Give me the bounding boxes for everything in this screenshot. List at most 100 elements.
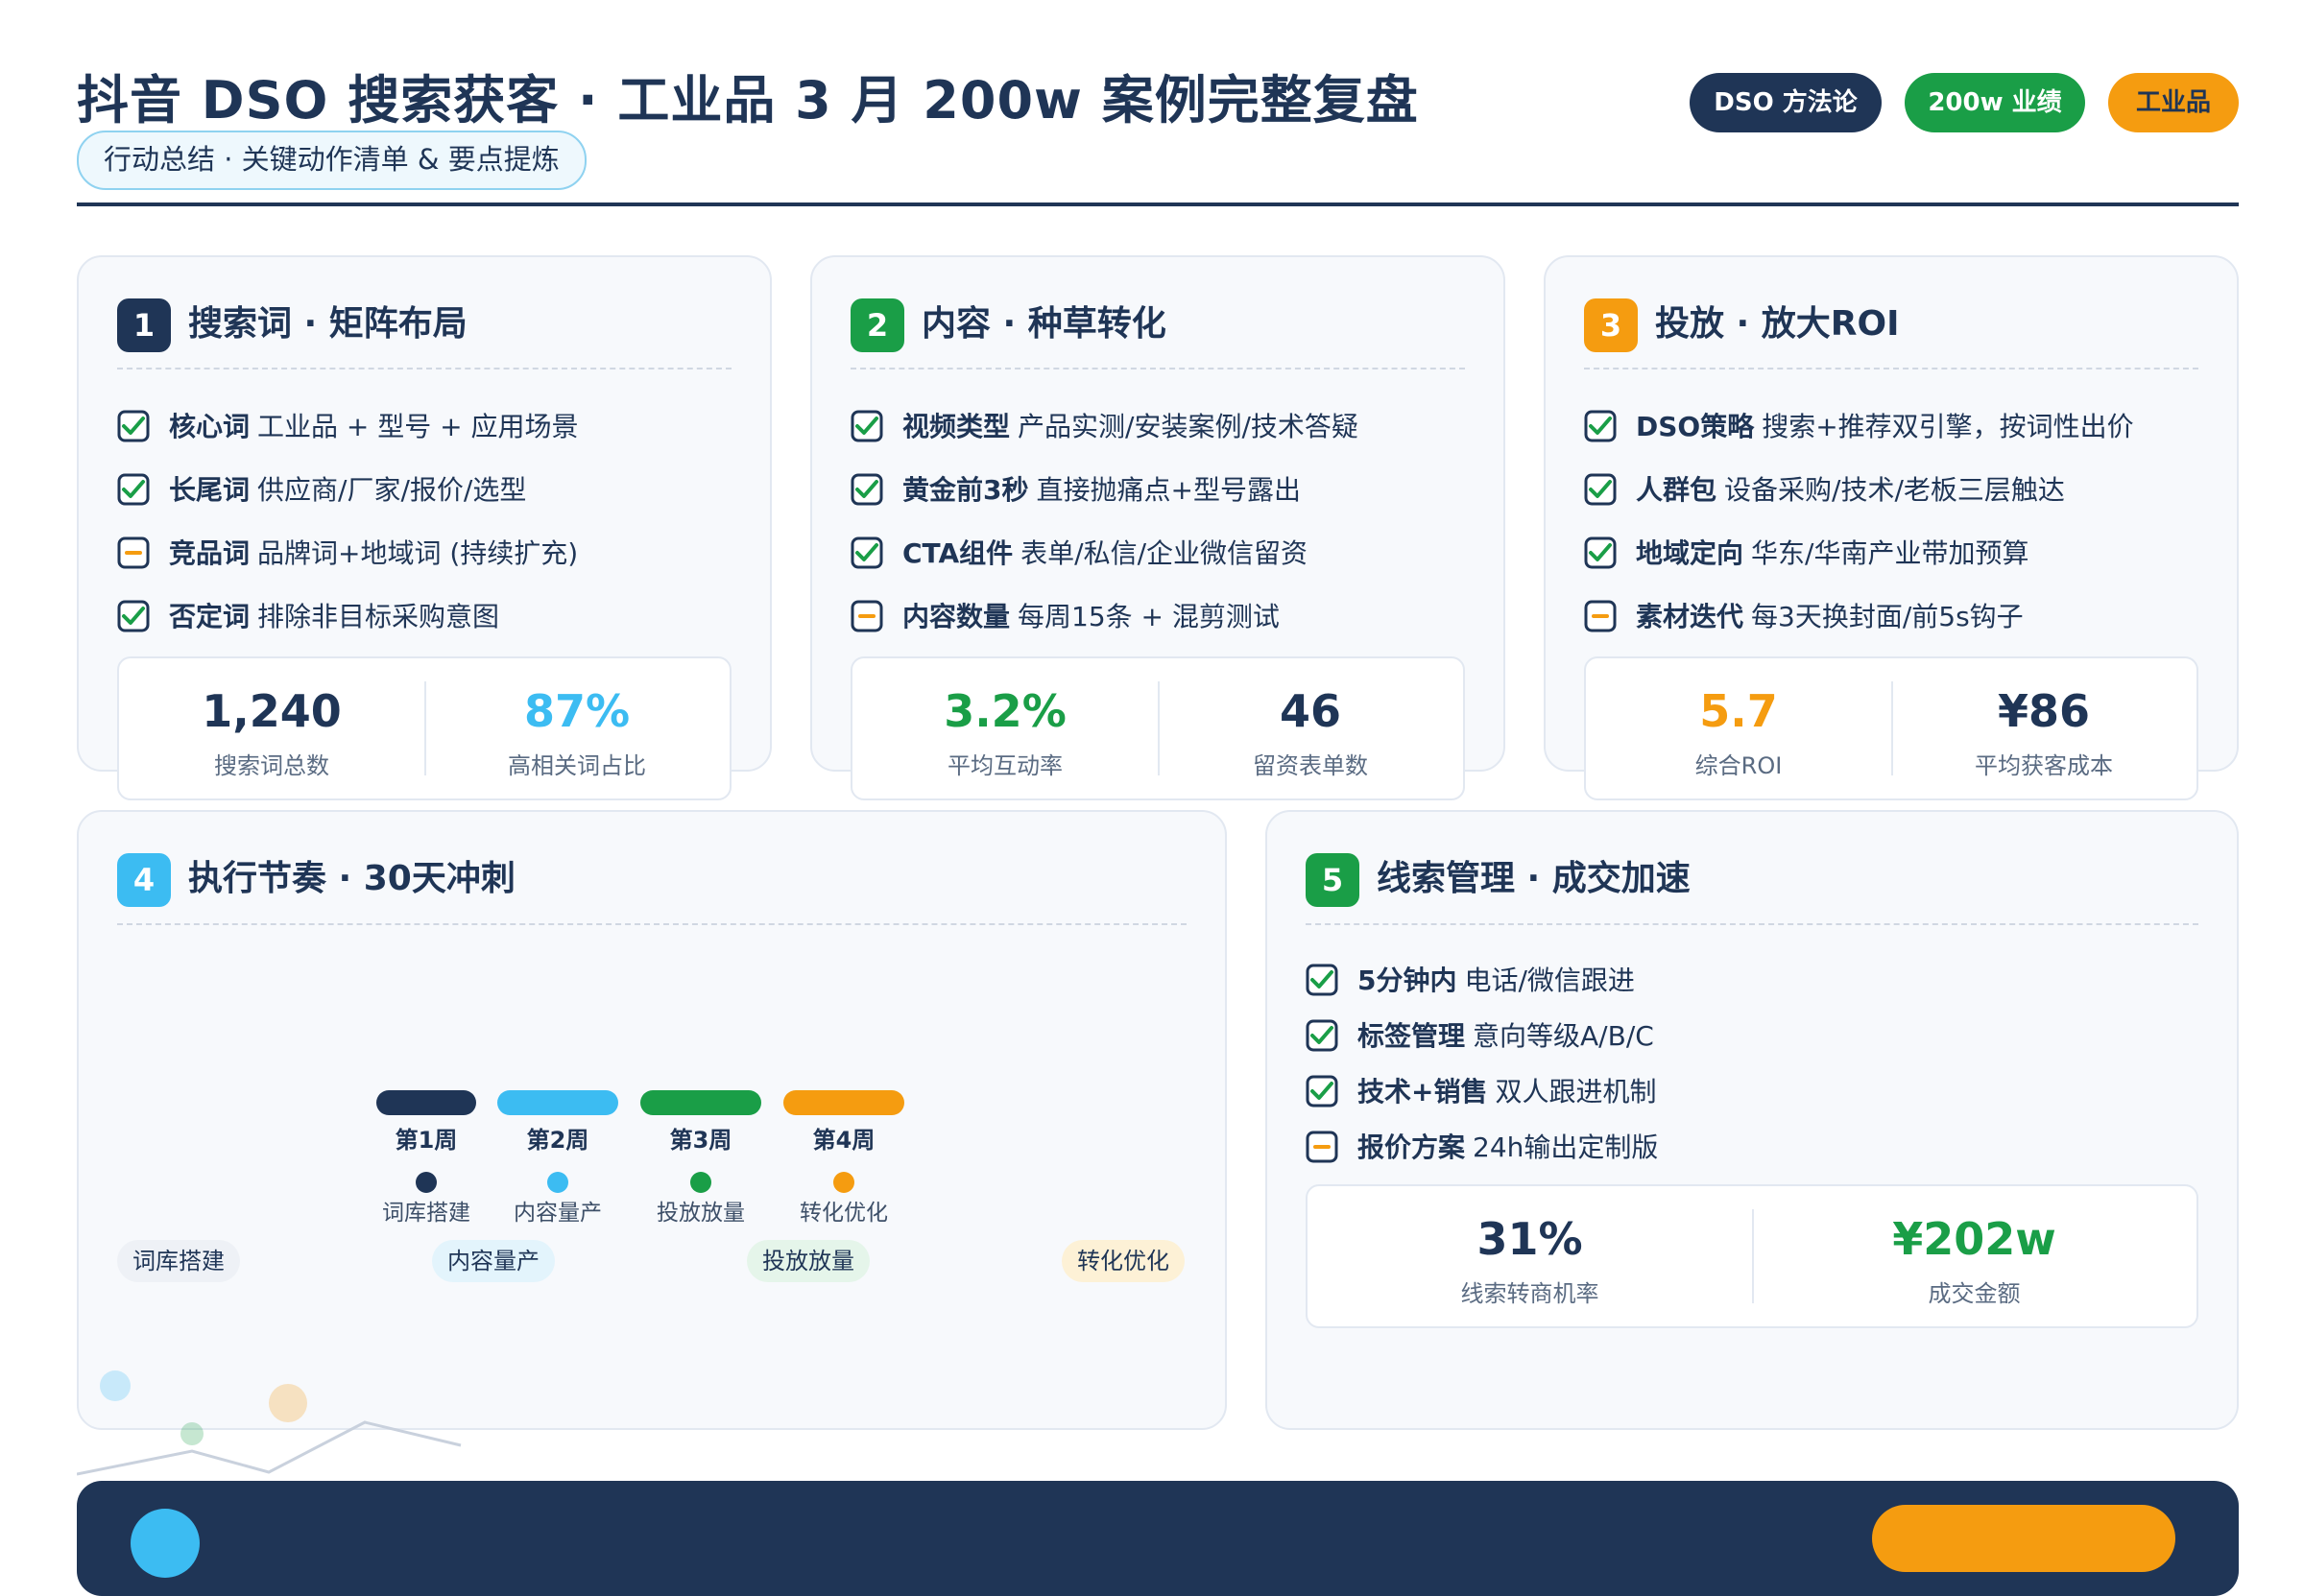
checklist-item: 内容数量 每周15条 + 混剪测试: [851, 598, 1280, 636]
week-1-bar: [376, 1090, 476, 1115]
checklist-item: 地域定向 华东/华南产业带加预算: [1584, 535, 2028, 573]
card-title: 搜索词 · 矩阵布局: [188, 304, 468, 344]
card-timeline-heading: 4 执行节奏 · 30天冲刺: [117, 850, 516, 907]
checkbox-checked-icon: [117, 410, 150, 442]
checklist-item: DSO策略 搜索+推荐双引擎，按词性出价: [1584, 408, 2134, 446]
checkbox-pending-icon: [1584, 600, 1617, 632]
checklist-item: 视频类型 产品实测/安装案例/技术答疑: [851, 408, 1358, 446]
stat-value: 46: [1279, 685, 1341, 737]
item-key: 视频类型: [902, 411, 1011, 442]
page-title: 抖音 DSO 搜索获客 · 工业品 3 月 200w 案例完整复盘: [77, 70, 1419, 131]
decorative-trend-graphic: [77, 1370, 462, 1476]
item-text: 供应商/厂家/报价/选型: [257, 474, 527, 506]
item-text: 品牌词+地域词 (持续扩充): [257, 537, 579, 569]
item-text: 意向等级A/B/C: [1473, 1020, 1654, 1052]
checklist-item: 长尾词 供应商/厂家/报价/选型: [117, 471, 526, 510]
item-text: 排除非目标采购意图: [257, 601, 500, 632]
tag-industrial: 工业品: [2108, 73, 2239, 132]
card-title: 执行节奏 · 30天冲刺: [188, 859, 516, 898]
checklist-item: 竞品词 品牌词+地域词 (持续扩充): [117, 535, 578, 573]
timeline-dot: [690, 1172, 711, 1193]
stat-label: 综合ROI: [1694, 752, 1783, 779]
item-key: 否定词: [169, 601, 251, 632]
checklist-item: 标签管理 意向等级A/B/C: [1306, 1017, 1654, 1056]
divider: [1584, 368, 2198, 369]
step-number-badge: 3: [1584, 298, 1638, 352]
item-text: 24h输出定制版: [1473, 1131, 1659, 1163]
checkbox-checked-icon: [1306, 1019, 1338, 1052]
divider: [117, 923, 1187, 925]
item-text: 双人跟进机制: [1495, 1076, 1657, 1108]
card-title: 内容 · 种草转化: [922, 304, 1166, 344]
card-leads-heading: 5 线索管理 · 成交加速: [1306, 850, 1691, 907]
item-key: 素材迭代: [1636, 601, 1744, 632]
phase-chip: 词库搭建: [117, 1240, 240, 1282]
card-title: 线索管理 · 成交加速: [1377, 859, 1691, 898]
step-number-badge: 4: [117, 853, 171, 907]
checklist-item: 否定词 排除非目标采购意图: [117, 598, 499, 636]
summary-icon: [131, 1509, 200, 1578]
stat-label: 线索转商机率: [1460, 1280, 1599, 1307]
item-key: 标签管理: [1357, 1020, 1466, 1052]
stat-value: 3.2%: [944, 685, 1067, 737]
page-subtitle: 行动总结 · 关键动作清单 & 要点提炼: [77, 131, 587, 190]
checkbox-checked-icon: [1306, 1075, 1338, 1108]
checkbox-pending-icon: [117, 536, 150, 569]
checkbox-checked-icon: [851, 536, 883, 569]
item-text: 搜索+推荐双引擎，按词性出价: [1762, 411, 2134, 442]
phase-chip: 投放放量: [747, 1240, 870, 1282]
item-text: 每周15条 + 混剪测试: [1018, 601, 1280, 632]
item-key: 内容数量: [902, 601, 1011, 632]
step-number-badge: 1: [117, 298, 171, 352]
item-key: CTA组件: [902, 537, 1014, 569]
checklist-item: 核心词 工业品 + 型号 + 应用场景: [117, 408, 579, 446]
case-verification-button[interactable]: [1872, 1505, 2175, 1572]
card-title: 投放 · 放大ROI: [1655, 304, 1900, 344]
item-text: 表单/私信/企业微信留资: [1020, 537, 1308, 569]
checkbox-pending-icon: [1306, 1131, 1338, 1163]
stat-value: 31%: [1476, 1213, 1583, 1265]
phase-chip: 转化优化: [1062, 1240, 1185, 1282]
week-label: 第1周: [395, 1127, 458, 1154]
checkbox-checked-icon: [1306, 964, 1338, 996]
checklist-item: 5分钟内 电话/微信跟进: [1306, 962, 1635, 1000]
stat-label: 平均获客成本: [1975, 752, 2113, 779]
stat-label: 平均互动率: [948, 752, 1063, 779]
phase-chip: 内容量产: [432, 1240, 555, 1282]
stat-label: 留资表单数: [1253, 752, 1368, 779]
stat-value: 5.7: [1699, 685, 1778, 737]
checklist-item: 报价方案 24h输出定制版: [1306, 1129, 1658, 1167]
item-text: 华东/华南产业带加预算: [1751, 537, 2029, 569]
checkbox-checked-icon: [1584, 473, 1617, 506]
checkbox-checked-icon: [117, 473, 150, 506]
item-text: 直接抛痛点+型号露出: [1036, 474, 1301, 506]
item-key: 黄金前3秒: [902, 474, 1029, 506]
week-task: 转化优化: [800, 1201, 888, 1226]
week-label: 第2周: [526, 1127, 589, 1154]
stat-label: 高相关词占比: [508, 752, 646, 779]
stat-value: ¥202w: [1892, 1213, 2056, 1265]
stat-label: 搜索词总数: [214, 752, 329, 779]
step-number-badge: 2: [851, 298, 904, 352]
item-text: 工业品 + 型号 + 应用场景: [257, 411, 579, 442]
week-label: 第3周: [669, 1127, 732, 1154]
checklist-item: 素材迭代 每3天换封面/前5s钩子: [1584, 598, 2024, 636]
checkbox-checked-icon: [851, 473, 883, 506]
week-4-bar: [783, 1090, 904, 1115]
checklist-item: 技术+销售 双人跟进机制: [1306, 1073, 1656, 1111]
item-key: DSO策略: [1636, 411, 1755, 442]
checkbox-checked-icon: [1584, 410, 1617, 442]
item-text: 电话/微信跟进: [1464, 965, 1635, 996]
card-search-terms-heading: 1 搜索词 · 矩阵布局: [117, 296, 468, 352]
checkbox-checked-icon: [1584, 536, 1617, 569]
week-task: 内容量产: [514, 1201, 602, 1226]
divider: [851, 368, 1465, 369]
stat-value: ¥86: [1997, 685, 2091, 737]
timeline-dot: [547, 1172, 568, 1193]
item-text: 产品实测/安装案例/技术答疑: [1018, 411, 1358, 442]
stats-panel: 1,240 搜索词总数 87% 高相关词占比: [117, 656, 732, 800]
header-divider: [77, 202, 2239, 206]
stats-panel: 3.2% 平均互动率 46 留资表单数: [851, 656, 1465, 800]
week-2-bar: [497, 1090, 618, 1115]
card-ad-delivery-heading: 3 投放 · 放大ROI: [1584, 296, 1899, 352]
